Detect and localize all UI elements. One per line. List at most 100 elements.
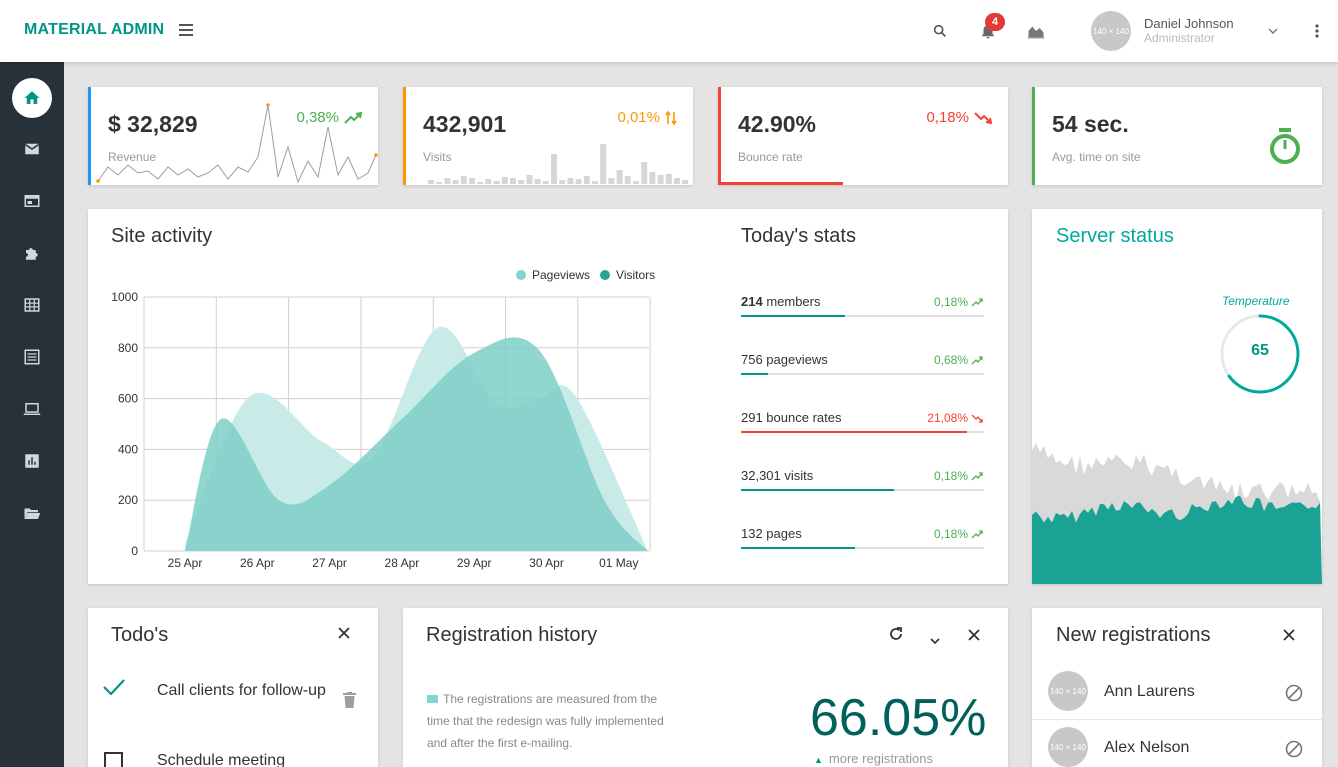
mail-icon[interactable] [12,129,52,169]
stat-value: 432,901 [423,111,507,137]
brand-logo[interactable]: MATERIAL ADMIN [24,21,164,39]
stat-row-value: 0,18% [934,527,984,541]
check-icon[interactable] [103,679,125,700]
mini-bar [551,154,557,184]
todo-item-text: Call clients for follow-up [157,682,326,699]
stat-row-label: 756 pageviews [741,352,828,367]
today-stat-row: 214 members 0,18% [741,294,984,334]
stat-row-progress [741,315,846,317]
laptop-icon[interactable] [12,389,52,429]
today-stat-row: 291 bounce rates 21,08% [741,410,984,450]
timer-icon [1270,128,1300,164]
mini-bar [518,180,525,184]
x-tick-label: 30 Apr [529,556,564,570]
list-icon[interactable] [12,337,52,377]
avatar: 140 × 140 [1048,727,1088,767]
stat-value: 54 sec. [1052,111,1129,137]
stat-row-track [741,431,984,433]
user-role: Administrator [1144,31,1215,45]
stat-row-label: 32,301 visits [741,468,814,483]
y-tick-label: 400 [118,442,138,456]
stat-change: 0,01% [617,109,677,126]
todays-stats-title: Today's stats [741,225,856,247]
mini-bar [633,181,639,184]
stat-row-progress [741,547,856,549]
stat-row-progress [741,373,768,375]
close-icon[interactable] [1283,628,1295,646]
block-icon[interactable] [1285,740,1303,758]
stat-value: 42.90% [738,111,817,137]
stat-label: Bounce rate [738,150,803,164]
list-item[interactable]: 140 × 140 Ann Laurens [1032,664,1322,720]
y-tick-label: 200 [118,493,138,507]
close-icon[interactable] [968,628,980,646]
stat-row-track [741,547,984,549]
y-tick-label: 0 [131,544,138,558]
block-icon[interactable] [1285,684,1303,702]
mini-bar [477,182,484,184]
stat-change: 0,18% [926,109,992,126]
stat-row-value: 21,08% [927,411,984,425]
mini-bar [567,178,574,184]
legend-visitors[interactable]: Visitors [600,268,655,282]
mini-bar [444,178,451,184]
y-tick-label: 600 [118,392,138,406]
stat-row-track [741,315,984,317]
mini-bar [493,181,500,184]
today-stat-row: 132 pages 0,18% [741,526,984,566]
chevron-down-icon[interactable] [1262,20,1284,42]
menu-toggle-icon[interactable] [179,24,193,36]
mini-bar [665,174,672,184]
todo-checkbox[interactable] [104,752,123,767]
puzzle-icon[interactable] [12,233,52,273]
user-name[interactable]: Daniel Johnson [1144,16,1234,31]
top-bar: MATERIAL ADMIN 4 140 × 140 Daniel Johnso… [0,0,1338,62]
refresh-icon[interactable] [889,627,903,646]
stat-change: 0,38% [296,109,362,126]
x-tick-label: 26 Apr [240,556,275,570]
mini-bar [682,180,689,184]
bounce-progress-bar [718,182,843,185]
chart-legend: Pageviews Visitors [516,268,655,282]
y-tick-label: 800 [118,341,138,355]
more-vert-icon[interactable] [1306,20,1328,42]
close-icon[interactable] [337,626,351,645]
user-name: Ann Laurens [1104,683,1195,700]
stat-row-value: 0,18% [934,469,984,483]
mini-bar [542,181,549,184]
delete-icon[interactable] [343,692,356,713]
search-icon[interactable] [929,20,951,42]
stat-row-value: 0,18% [934,295,984,309]
new-registrations-title: New registrations [1056,624,1211,646]
table-icon[interactable] [12,285,52,325]
chevron-down-icon[interactable] [930,631,940,649]
mini-bar [559,180,566,184]
list-item[interactable]: 140 × 140 Alex Nelson [1032,720,1322,767]
folder-open-icon[interactable] [12,493,52,533]
stat-value: $ 32,829 [108,111,198,137]
x-tick-label: 29 Apr [457,556,492,570]
bar-chart-icon[interactable] [12,441,52,481]
user-avatar[interactable]: 140 × 140 [1091,11,1131,51]
user-name: Alex Nelson [1104,739,1190,756]
mini-bar [583,176,590,184]
site-activity-chart: 1000 800 600 400 200 0 25 Apr 26 Apr 27 Apr 28 Ap… [111,290,651,570]
browser-window-icon[interactable] [12,181,52,221]
x-tick-label: 01 May [599,556,638,570]
mini-bar [616,170,623,184]
mini-bar [649,172,656,184]
avatar: 140 × 140 [1048,671,1088,711]
todo-title: Todo's [111,624,169,646]
revenue-card: $ 32,829 Revenue 0,38% [88,87,378,185]
stat-label: Revenue [108,150,157,164]
temperature-value: 65 [1251,342,1269,359]
mini-bar [608,178,615,184]
stat-label: Avg. time on site [1052,150,1141,164]
y-tick-label: 1000 [111,290,138,304]
legend-pageviews[interactable]: Pageviews [516,268,590,282]
home-icon[interactable] [12,78,52,118]
stat-row-track [741,373,984,375]
server-status-title: Server status [1056,225,1174,247]
area-chart-icon[interactable] [1025,20,1047,42]
mini-bar [674,178,680,184]
